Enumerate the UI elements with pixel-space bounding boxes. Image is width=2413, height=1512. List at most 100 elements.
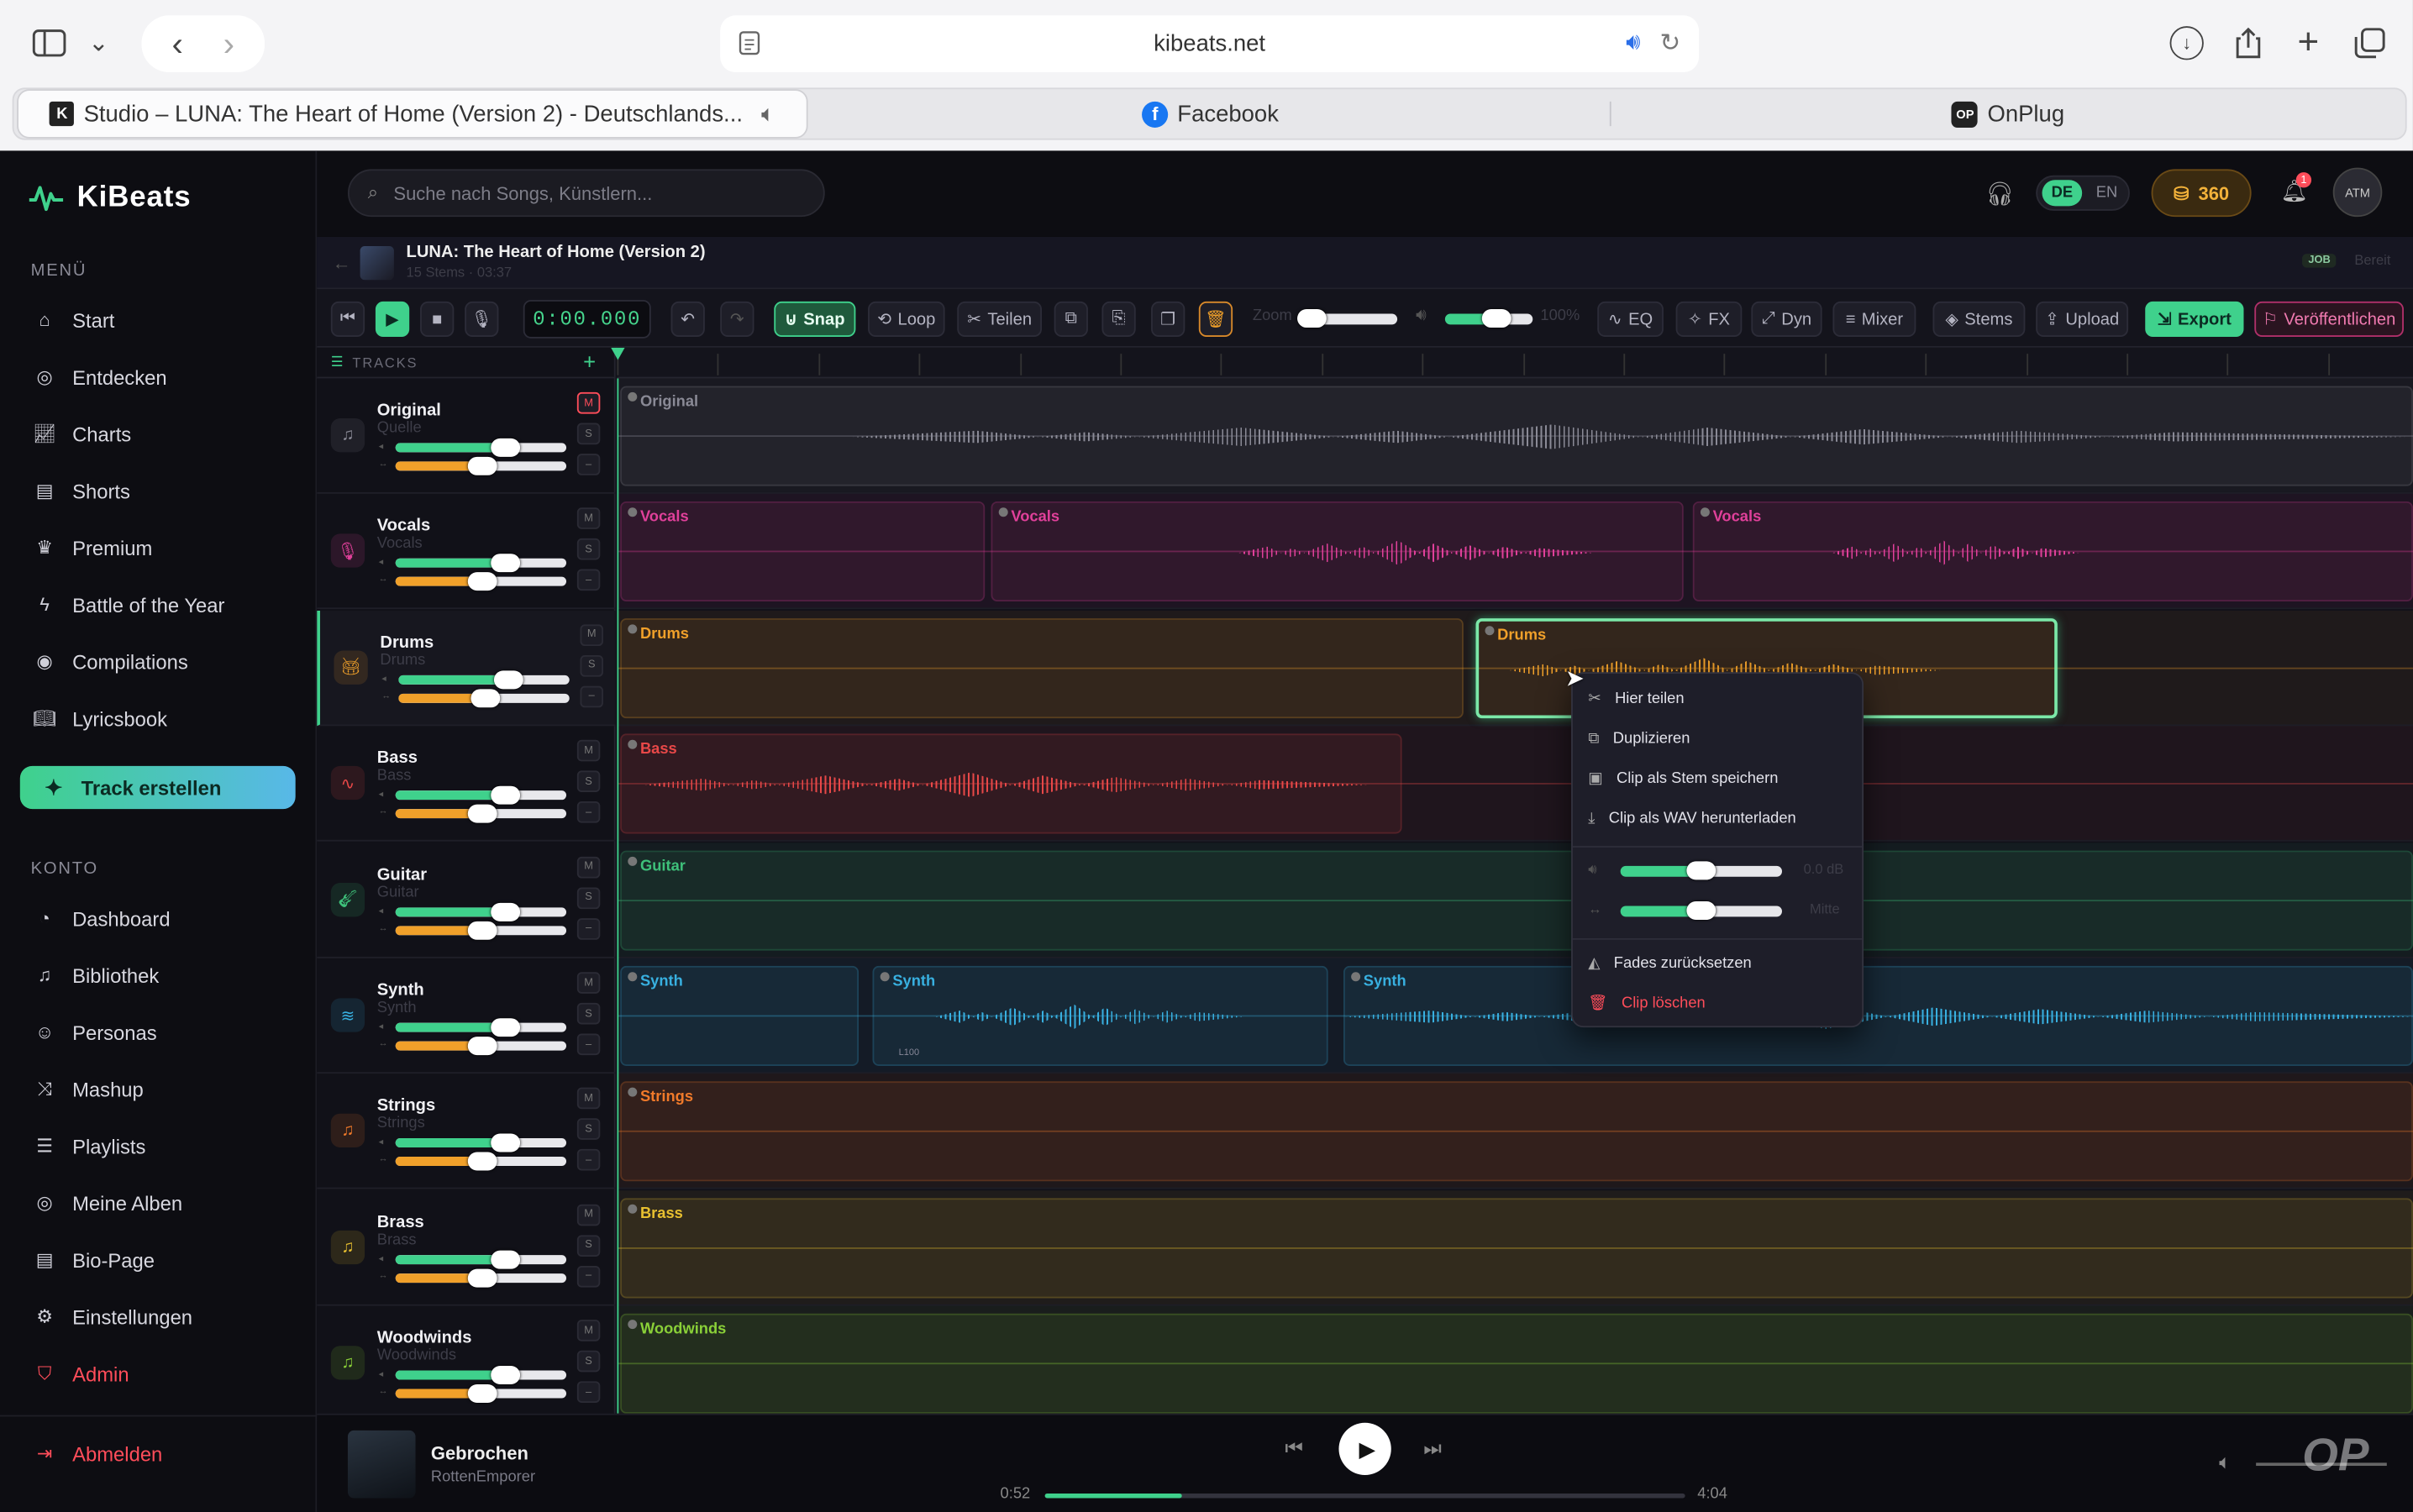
solo-button[interactable]: S: [576, 1235, 601, 1257]
search-input[interactable]: ⌕ Suche nach Songs, Künstlern...: [347, 169, 825, 218]
track-pan-knob[interactable]: [467, 921, 497, 940]
track-header-brass[interactable]: ♫ Brass Brass M S – ◂ ↔: [317, 1190, 616, 1306]
fade-in-handle[interactable]: [628, 507, 638, 517]
solo-button[interactable]: S: [576, 770, 601, 793]
track-volume-slider[interactable]: [395, 1370, 567, 1380]
tab-studio[interactable]: K Studio – LUNA: The Heart of Home (Vers…: [17, 89, 808, 139]
avatar[interactable]: ATM: [2332, 167, 2383, 218]
track-more-icon[interactable]: –: [576, 917, 601, 940]
track-pan-knob[interactable]: [467, 1384, 497, 1404]
track-more-icon[interactable]: –: [576, 1033, 601, 1056]
snap-button[interactable]: ⊍ Snap: [774, 301, 856, 338]
clip-drums[interactable]: Drums: [620, 617, 1464, 718]
track-pan-knob[interactable]: [467, 456, 497, 475]
track-volume-knob[interactable]: [491, 554, 521, 573]
nav-personas[interactable]: ☺ Personas: [34, 1016, 157, 1049]
clip-original[interactable]: Original: [620, 386, 2413, 486]
headphones-icon[interactable]: 🎧︎: [1985, 180, 2015, 207]
lang-en-button[interactable]: EN: [2087, 180, 2127, 206]
track-pan-knob[interactable]: [467, 572, 497, 591]
split-button[interactable]: ✂ Teilen: [957, 301, 1042, 338]
nav-einstellungen[interactable]: ⚙ Einstellungen: [34, 1299, 192, 1333]
nav-mashup[interactable]: ⤨ Mashup: [34, 1072, 144, 1105]
download-icon[interactable]: ↓: [2169, 26, 2204, 60]
track-volume-slider[interactable]: [395, 443, 567, 453]
clip-woodwinds[interactable]: Woodwinds: [620, 1314, 2413, 1415]
solo-button[interactable]: S: [576, 1351, 601, 1373]
track-pan-knob[interactable]: [467, 1268, 497, 1288]
fade-in-handle[interactable]: [628, 624, 638, 634]
tab-audio-icon[interactable]: 🔈︎: [761, 101, 775, 127]
stems-button[interactable]: ◈ Stems: [1932, 301, 2026, 338]
track-volume-knob[interactable]: [491, 1366, 521, 1385]
lane-bass[interactable]: Bass: [617, 726, 2413, 842]
loop-button[interactable]: ⟲ Loop: [868, 301, 945, 338]
player-volume-icon[interactable]: 🔈︎: [2219, 1451, 2231, 1475]
speaker-icon[interactable]: 🔊︎: [1626, 29, 1640, 55]
redo-icon[interactable]: ↷: [720, 301, 754, 338]
track-more-icon[interactable]: –: [576, 1381, 601, 1404]
clip-strings[interactable]: Strings: [620, 1081, 2413, 1183]
track-pan-knob[interactable]: [467, 805, 497, 823]
fade-in-handle[interactable]: [628, 1204, 638, 1214]
clip-gain-slider[interactable]: [1620, 861, 1782, 880]
nav-lyricsbook[interactable]: 📖︎ Lyricsbook: [33, 701, 167, 735]
player-play-button[interactable]: ▶: [1338, 1422, 1391, 1476]
lane-woodwinds[interactable]: Woodwinds: [617, 1305, 2413, 1422]
previous-icon[interactable]: ⏮︎: [1285, 1436, 1302, 1461]
track-volume-knob[interactable]: [491, 902, 521, 921]
mute-button[interactable]: M: [576, 1320, 601, 1342]
fade-in-handle[interactable]: [1700, 507, 1710, 517]
credits-badge[interactable]: ⛁ 360: [2151, 169, 2252, 218]
new-tab-icon[interactable]: +: [2291, 22, 2325, 63]
mute-button[interactable]: M: [576, 856, 601, 878]
nav-premium[interactable]: ♛ Premium: [34, 531, 152, 564]
track-more-icon[interactable]: –: [580, 685, 603, 707]
nav-charts[interactable]: 📈︎ Charts: [33, 417, 131, 450]
nav-entdecken[interactable]: ◎ Entdecken: [34, 360, 167, 393]
track-pan-knob[interactable]: [467, 1152, 497, 1172]
add-track-icon[interactable]: +: [583, 349, 596, 374]
delete-icon[interactable]: 🗑︎: [1198, 301, 1233, 338]
play-icon[interactable]: ▶: [375, 301, 410, 338]
mixer-button[interactable]: ≡ Mixer: [1832, 301, 1916, 338]
clip-synth[interactable]: Synth: [1343, 965, 2413, 1066]
solo-button[interactable]: S: [576, 423, 601, 445]
dyn-button[interactable]: ⤢ Dyn: [1751, 301, 1822, 338]
track-header-bass[interactable]: ∿ Bass Bass M S – ◂ ↔: [317, 727, 616, 842]
skip-start-icon[interactable]: ⏮︎: [330, 301, 365, 338]
zoom-slider[interactable]: [1297, 309, 1398, 328]
clip-synth[interactable]: Synth: [620, 965, 860, 1066]
track-header-strings[interactable]: ♫ Strings Strings M S – ◂ ↔: [317, 1074, 616, 1190]
clip-vocals[interactable]: Vocals: [1692, 501, 2413, 602]
next-icon[interactable]: ⏭︎: [1423, 1436, 1441, 1461]
timeline-ruler[interactable]: [617, 347, 2413, 379]
album-art[interactable]: [347, 1430, 416, 1499]
forward-icon[interactable]: ›: [223, 24, 234, 64]
menu-item-split-here[interactable]: ✂ Hier teilen: [1588, 683, 1684, 714]
solo-button[interactable]: S: [576, 538, 601, 561]
tab-facebook[interactable]: f Facebook: [814, 89, 1606, 139]
paste-icon[interactable]: ⎘: [1101, 301, 1136, 338]
create-track-button[interactable]: ✦ Track erstellen: [19, 765, 296, 810]
track-header-drums[interactable]: 🥁︎ Drums Drums M S – ◂ ↔: [317, 610, 616, 726]
track-volume-knob[interactable]: [493, 669, 523, 689]
nav-compilations[interactable]: ◉ Compilations: [34, 644, 188, 678]
mute-button[interactable]: M: [576, 1088, 601, 1110]
track-volume-knob[interactable]: [491, 1018, 521, 1037]
menu-item-save-stem[interactable]: ▣ Clip als Stem speichern: [1588, 763, 1778, 794]
lane-brass[interactable]: Brass: [617, 1189, 2413, 1306]
fade-in-handle[interactable]: [880, 972, 890, 982]
now-playing-artist[interactable]: RottenEmporer: [431, 1469, 535, 1486]
share-icon[interactable]: [2232, 24, 2265, 61]
nav-start[interactable]: ⌂ Start: [34, 303, 114, 337]
track-volume-slider[interactable]: [395, 906, 567, 916]
lane-drums[interactable]: Drums Drums: [617, 610, 2413, 726]
sidebar-toggle-icon[interactable]: [31, 28, 68, 59]
mute-button[interactable]: M: [576, 507, 601, 530]
fade-in-handle[interactable]: [628, 972, 638, 982]
solo-button[interactable]: S: [576, 1118, 601, 1141]
track-volume-slider[interactable]: [395, 1254, 567, 1264]
address-bar[interactable]: kibeats.net 🔊︎ ↻: [720, 15, 1700, 73]
track-volume-slider[interactable]: [395, 559, 567, 569]
